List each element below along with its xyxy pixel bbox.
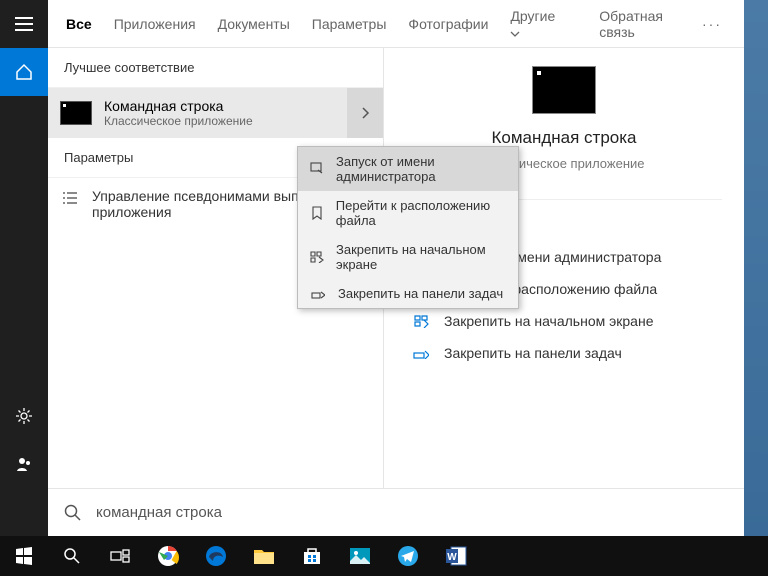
pin-taskbar-icon	[412, 347, 430, 359]
context-menu: Запуск от имени администратора Перейти к…	[297, 146, 519, 309]
svg-text:W: W	[447, 552, 457, 563]
taskbar: W	[0, 536, 768, 576]
tab-more[interactable]: Другие	[510, 8, 555, 40]
settings-gear-button[interactable]	[0, 392, 48, 440]
tab-params[interactable]: Параметры	[312, 16, 387, 32]
photos-taskbar-icon[interactable]	[336, 536, 384, 576]
search-filter-tabs: Все Приложения Документы Параметры Фотог…	[48, 0, 744, 48]
more-options-button[interactable]: ···	[698, 16, 726, 32]
search-content: Все Приложения Документы Параметры Фотог…	[48, 0, 744, 536]
result-title: Командная строка	[104, 98, 253, 114]
ctx-pin-start[interactable]: Закрепить на начальном экране	[298, 235, 518, 279]
tab-docs[interactable]: Документы	[218, 16, 290, 32]
result-subtitle: Классическое приложение	[104, 114, 253, 128]
file-explorer-taskbar-icon[interactable]	[240, 536, 288, 576]
home-button[interactable]	[0, 48, 48, 96]
account-button[interactable]	[0, 440, 48, 488]
action-pin-taskbar[interactable]: Закрепить на панели задач	[406, 338, 722, 368]
ctx-run-admin[interactable]: Запуск от имени администратора	[298, 147, 518, 191]
preview-app-icon	[532, 66, 596, 114]
tab-apps[interactable]: Приложения	[114, 16, 196, 32]
ctx-pin-taskbar[interactable]: Закрепить на панели задач	[298, 279, 518, 308]
telegram-taskbar-icon[interactable]	[384, 536, 432, 576]
result-expand-button[interactable]	[347, 88, 383, 138]
task-view-button[interactable]	[96, 536, 144, 576]
pin-start-icon	[310, 251, 324, 263]
pin-taskbar-icon	[310, 289, 326, 299]
search-left-rail	[0, 0, 48, 536]
store-taskbar-icon[interactable]	[288, 536, 336, 576]
edge-taskbar-icon[interactable]	[192, 536, 240, 576]
cmd-icon	[60, 101, 92, 125]
best-match-result[interactable]: Командная строка Классическое приложение	[48, 88, 383, 138]
ctx-open-location[interactable]: Перейти к расположению файла	[298, 191, 518, 235]
best-match-header: Лучшее соответствие	[48, 48, 383, 88]
search-icon	[64, 504, 82, 522]
feedback-link[interactable]: Обратная связь	[599, 8, 676, 40]
start-search-panel: Все Приложения Документы Параметры Фотог…	[0, 0, 744, 536]
list-settings-icon	[62, 188, 80, 206]
word-taskbar-icon[interactable]: W	[432, 536, 480, 576]
tab-photos[interactable]: Фотографии	[408, 16, 488, 32]
admin-shield-icon	[310, 162, 324, 176]
taskbar-search-button[interactable]	[48, 536, 96, 576]
action-pin-start[interactable]: Закрепить на начальном экране	[406, 306, 722, 336]
search-query-text: командная строка	[96, 504, 222, 521]
pin-start-icon	[412, 314, 430, 328]
tab-all[interactable]: Все	[66, 16, 92, 32]
search-input-row[interactable]: командная строка	[48, 488, 744, 536]
preview-title: Командная строка	[491, 128, 636, 148]
chrome-taskbar-icon[interactable]	[144, 536, 192, 576]
hamburger-menu-button[interactable]	[0, 0, 48, 48]
desktop-wallpaper-strip	[744, 0, 768, 536]
start-button[interactable]	[0, 536, 48, 576]
folder-location-icon	[310, 206, 324, 220]
